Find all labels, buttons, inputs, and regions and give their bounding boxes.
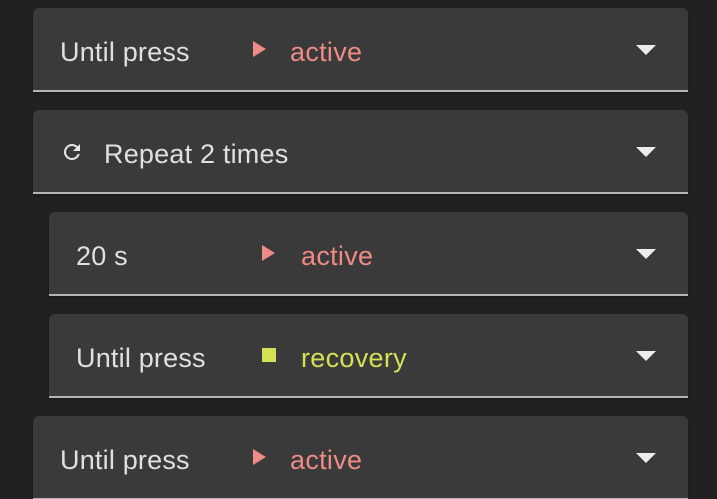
chevron-down-icon[interactable] — [636, 147, 656, 157]
step-state: recovery — [301, 343, 407, 373]
step-duration: Until press — [60, 445, 190, 475]
step-duration: Until press — [60, 37, 190, 67]
step-row[interactable]: Until press active — [33, 8, 688, 92]
chevron-down-icon[interactable] — [636, 249, 656, 259]
square-icon — [262, 348, 276, 362]
step-state: active — [301, 241, 374, 271]
step-row[interactable]: 20 s active — [49, 212, 688, 296]
step-state: active — [290, 445, 363, 475]
workout-step-list: Until press active Repeat 2 times 20 s a… — [0, 0, 717, 499]
repeat-icon — [63, 143, 80, 160]
step-duration: Until press — [76, 343, 206, 373]
step-row[interactable]: Until press active — [33, 416, 688, 499]
play-triangle-icon — [253, 41, 266, 57]
chevron-down-icon[interactable] — [636, 453, 656, 463]
step-row[interactable]: Until press recovery — [49, 314, 688, 398]
play-triangle-icon — [253, 449, 266, 465]
play-triangle-icon — [262, 245, 275, 261]
repeat-row[interactable]: Repeat 2 times — [33, 110, 688, 194]
step-state: active — [290, 37, 363, 67]
step-duration: 20 s — [76, 241, 128, 271]
repeat-label: Repeat 2 times — [104, 139, 289, 169]
chevron-down-icon[interactable] — [636, 45, 656, 55]
chevron-down-icon[interactable] — [636, 351, 656, 361]
